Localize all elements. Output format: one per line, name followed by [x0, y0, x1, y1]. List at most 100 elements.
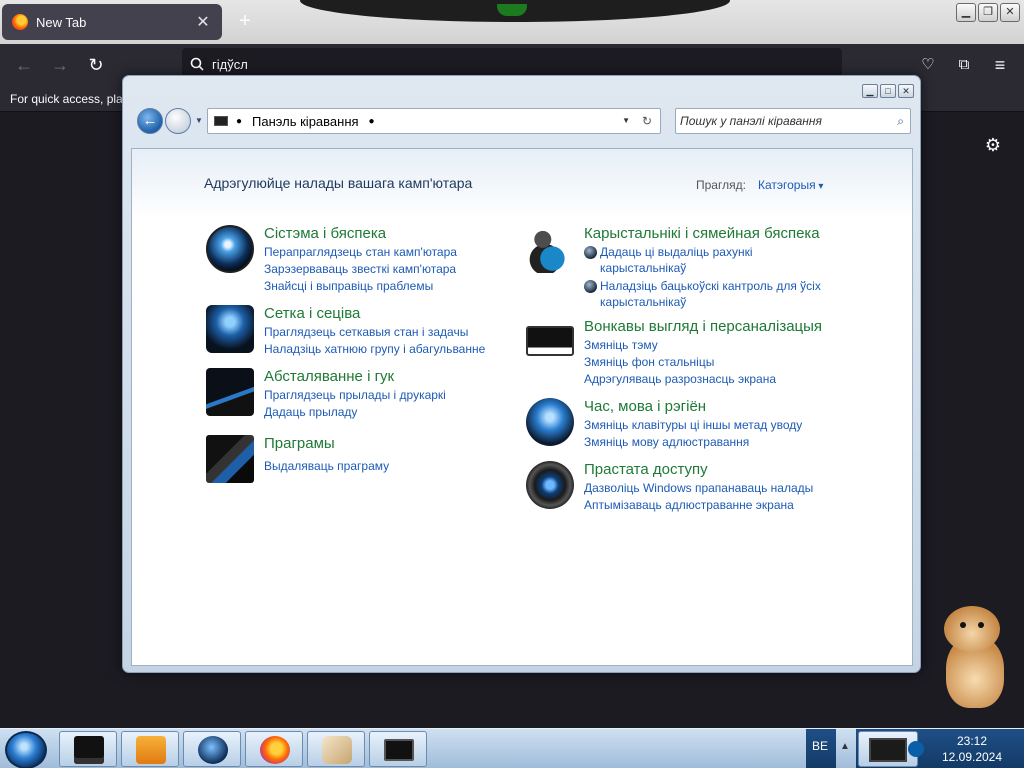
start-button[interactable] [5, 731, 47, 768]
category-title[interactable]: Сістэма і бяспека [264, 225, 386, 242]
hamster-head [944, 606, 1000, 652]
network-status-icon[interactable] [908, 741, 924, 757]
category-link[interactable]: Наладзіць хатнюю групу і абагульванне [264, 342, 485, 356]
show-hidden-icons-icon[interactable]: ▲ [840, 741, 850, 752]
category-link[interactable]: Дадаць прыладу [264, 405, 357, 419]
users-icon[interactable] [526, 225, 574, 273]
taskbar-item-paint[interactable] [307, 731, 365, 767]
search-input[interactable]: Пошук у панэлі кіравання ⌕ [675, 108, 911, 134]
shield-icon [584, 280, 597, 293]
category-title[interactable]: Абсталяванне і гук [264, 368, 394, 385]
control-panel-window: ▁ □ ✕ ← ▼ ● Панэль кіравання ● ▼ ↻ Пошук… [122, 75, 921, 673]
gear-icon[interactable]: ⚙ [982, 134, 1004, 156]
taskbar: BE ▲ 23:12 12.09.2024 [0, 728, 1024, 768]
monitor-icon [869, 738, 907, 762]
category-link[interactable]: карыстальнікаў [600, 295, 686, 309]
cp-close-button[interactable]: ✕ [898, 84, 914, 98]
firefox-icon [260, 736, 290, 764]
breadcrumb-separator-icon[interactable]: ● [369, 116, 375, 127]
forward-arrow-icon[interactable]: → [48, 53, 72, 77]
category-appearance: Вонкавы выгляд і персаналізацыя Змяніць … [526, 318, 856, 388]
breadcrumb-separator-icon[interactable]: ● [236, 116, 242, 127]
taskbar-item-explorer[interactable] [59, 731, 117, 767]
category-link[interactable]: Перапраглядзець стан камп'ютара [264, 245, 457, 259]
cp-maximize-button[interactable]: □ [880, 84, 896, 98]
category-link[interactable]: карыстальнікаў [600, 261, 686, 275]
control-panel-body: Адрэгулюйце налады вашага камп'ютара Пра… [131, 148, 913, 666]
system-security-icon[interactable] [206, 225, 254, 273]
category-link[interactable]: Змяніць тэму [584, 338, 658, 352]
programs-icon[interactable] [206, 435, 254, 483]
category-link[interactable]: Змяніць клавітуры ці іншы метад уводу [584, 418, 802, 432]
category-link[interactable]: Праглядзець прылады і друкаркі [264, 388, 446, 402]
language-indicator[interactable]: BE [806, 739, 834, 753]
pocket-icon[interactable]: ♡ [916, 53, 940, 77]
hamster-mascot [940, 606, 1006, 710]
refresh-icon[interactable]: ↻ [642, 114, 652, 128]
taskbar-item-globe[interactable] [183, 731, 241, 767]
restore-button[interactable]: ❐ [978, 3, 998, 22]
new-tab-button[interactable]: + [234, 10, 256, 32]
category-title[interactable]: Сетка і сеціва [264, 305, 360, 322]
clock-time: 23:12 [956, 734, 988, 748]
tab-close-icon[interactable]: ✕ [194, 12, 212, 32]
search-placeholder: Пошук у панэлі кіравання [680, 114, 822, 128]
taskbar-item-control-panel[interactable] [369, 731, 427, 767]
category-link[interactable]: Змяніць фон стальніцы [584, 355, 714, 369]
category-user-accounts: Карыстальнікі і сямейная бяспека Дадаць … [526, 225, 856, 309]
category-link[interactable]: Выдаляваць праграму [264, 459, 389, 473]
menu-icon[interactable]: ≡ [988, 53, 1012, 77]
cp-back-button[interactable]: ← [137, 108, 163, 134]
appearance-icon[interactable] [526, 326, 574, 356]
category-link[interactable]: Зарэзерваваць звесткі камп'ютара [264, 262, 456, 276]
paint-icon [322, 736, 352, 764]
category-network-internet: Сетка і сеціва Праглядзець сеткавыя стан… [206, 305, 506, 359]
cp-minimize-button[interactable]: ▁ [862, 84, 878, 98]
category-title[interactable]: Прастата доступу [584, 461, 708, 478]
taskbar-item-firefox[interactable] [245, 731, 303, 767]
category-link[interactable]: Праглядзець сеткавыя стан і задачы [264, 325, 468, 339]
minimize-button[interactable]: ▁ [956, 3, 976, 22]
category-link[interactable]: Наладзіць бацькоўскі кантроль для ўсіх [600, 279, 821, 293]
hamster-eye [978, 622, 984, 628]
category-link[interactable]: Дазволіць Windows прапанаваць налады [584, 481, 813, 495]
view-by-dropdown[interactable]: Катэгорыя [758, 178, 823, 192]
category-title[interactable]: Час, мова і рэгіён [584, 398, 706, 415]
firefox-icon [12, 14, 28, 30]
category-programs: Праграмы Выдаляваць праграму [206, 435, 506, 483]
category-link[interactable]: Знайсці і выправіць праблемы [264, 279, 433, 293]
reload-icon[interactable]: ↻ [84, 53, 108, 77]
category-title[interactable]: Вонкавы выгляд і персаналізацыя [584, 318, 822, 335]
globe-icon [198, 736, 228, 764]
close-button[interactable]: ✕ [1000, 3, 1020, 22]
shield-icon [584, 246, 597, 259]
search-icon [190, 57, 204, 71]
tab-new-tab[interactable]: New Tab ✕ [2, 4, 222, 40]
category-link[interactable]: Адрэгуляваць разрознасць экрана [584, 372, 776, 386]
taskbar-item-media-player[interactable] [121, 731, 179, 767]
page-title: Адрэгулюйце налады вашага камп'ютара [204, 175, 473, 191]
hardware-icon[interactable] [206, 368, 254, 416]
view-by-label: Прагляд: [696, 178, 746, 192]
category-link[interactable]: Змяніць мову адлюстравання [584, 435, 749, 449]
category-link[interactable]: Дадаць ці выдаліць рахункі [600, 245, 753, 259]
breadcrumb[interactable]: ● Панэль кіравання ● ▼ ↻ [207, 108, 661, 134]
recent-pages-dropdown-icon[interactable]: ▼ [195, 116, 203, 125]
media-player-icon [136, 736, 166, 764]
address-dropdown-icon[interactable]: ▼ [622, 116, 630, 125]
clock[interactable]: 23:12 12.09.2024 [936, 733, 1008, 765]
cp-forward-button[interactable] [165, 108, 191, 134]
titlebar-indicator [497, 4, 527, 16]
tab-title: New Tab [36, 14, 87, 30]
back-arrow-icon[interactable]: ← [12, 53, 36, 77]
extensions-icon[interactable]: ⧉ [952, 53, 976, 77]
category-title[interactable]: Праграмы [264, 435, 335, 452]
category-title[interactable]: Карыстальнікі і сямейная бяспека [584, 225, 820, 242]
network-icon[interactable] [206, 305, 254, 353]
url-text: гідўсл [212, 56, 248, 72]
breadcrumb-item[interactable]: Панэль кіравання [252, 114, 359, 129]
clock-globe-icon[interactable] [526, 398, 574, 446]
ease-of-access-icon[interactable] [526, 461, 574, 509]
search-icon[interactable]: ⌕ [897, 114, 904, 129]
category-link[interactable]: Аптымізаваць адлюстраванне экрана [584, 498, 794, 512]
